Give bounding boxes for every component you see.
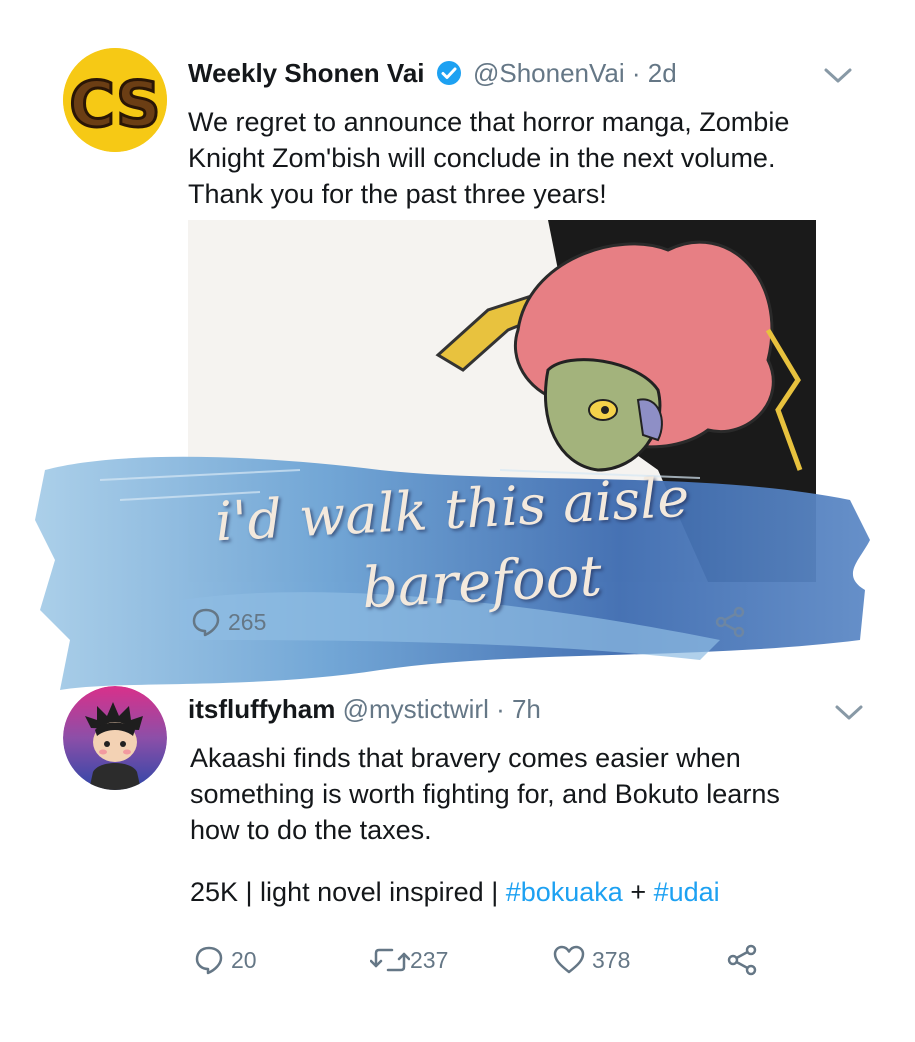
retweet-icon [370,948,410,972]
reply-action[interactable]: 20 [193,944,257,976]
avatar[interactable] [63,686,167,790]
tweet-header: Weekly Shonen Vai @ShonenVai · 2d [188,58,677,93]
cs-logo-icon: CS [63,48,167,152]
tweet-text-line: Knight Zom'bish will conclude in the nex… [188,143,776,173]
chevron-down-icon[interactable] [822,65,854,85]
handle-and-time[interactable]: @mystictwirl · 7h [343,694,541,724]
reply-count: 265 [228,608,267,635]
plus-separator: + [622,877,654,907]
share-icon [715,606,745,638]
tweet-text: Akaashi finds that bravery comes easier … [190,740,780,848]
tweet-meta-line: 25K | light novel inspired | #bokuaka + … [190,874,720,910]
tweet-itsfluffyham[interactable]: itsfluffyham @mystictwirl · 7h Akaashi f… [0,680,915,1000]
share-action[interactable] [714,606,746,638]
avatar-logo-text: CS [69,68,160,141]
display-name[interactable]: itsfluffyham [188,694,335,724]
retweet-action[interactable]: 237 [370,944,448,976]
like-action[interactable]: 378 [552,944,630,976]
retweet-count: 237 [410,946,449,973]
chevron-down-icon[interactable] [833,702,865,722]
hashtag-link[interactable]: #bokuaka [506,877,623,907]
like-icon [553,945,585,974]
reply-icon [195,946,223,975]
reply-count: 20 [231,946,257,973]
hashtag-link[interactable]: #udai [654,877,720,907]
display-name[interactable]: Weekly Shonen Vai [188,58,425,88]
like-count: 378 [592,946,631,973]
tweet-text: We regret to announce that horror manga,… [188,104,789,212]
tweet-header: itsfluffyham @mystictwirl · 7h [188,694,541,725]
share-icon [727,944,757,976]
tweet-text-line: Thank you for the past three years! [188,179,607,209]
tweet-text-line: how to do the taxes. [190,815,432,845]
reply-action[interactable]: 265 [190,606,266,638]
overlay-caption-line2: barefoot [360,543,604,622]
tweet-meta-text: 25K | light novel inspired | [190,877,506,907]
avatar-image [63,686,167,790]
tweet-text-line: We regret to announce that horror manga,… [188,107,790,137]
tweet-text-line: something is worth fighting for, and Bok… [190,779,780,809]
share-action[interactable] [726,944,758,976]
tweet-text-line: Akaashi finds that bravery comes easier … [190,743,741,773]
verified-badge-icon [436,60,462,93]
reply-icon [192,608,220,637]
avatar[interactable]: CS [63,48,167,152]
handle-and-time[interactable]: @ShonenVai · 2d [473,58,677,88]
